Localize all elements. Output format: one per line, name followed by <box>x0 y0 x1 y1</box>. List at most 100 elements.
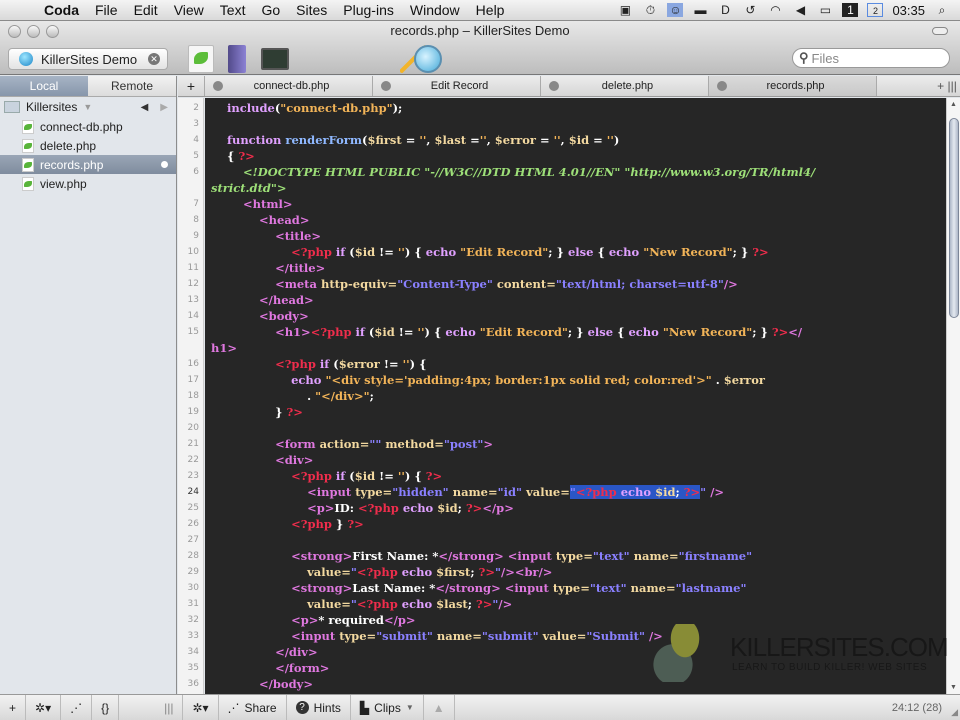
code-line[interactable]: <p>* required</p> <box>211 612 415 628</box>
spotlight-search-icon[interactable]: ⌕ <box>934 3 950 17</box>
code-line[interactable]: <strong>First Name: *</strong> <input ty… <box>211 548 752 564</box>
file-item-connect-db[interactable]: connect-db.php <box>0 117 176 136</box>
sidebar-share-button[interactable]: ⋰ <box>61 695 93 720</box>
code-line[interactable]: <h1><?php if ($id != '') { echo "Edit Re… <box>211 324 802 340</box>
warnings-button[interactable]: ▲ <box>424 695 455 720</box>
forward-arrow-icon[interactable]: ▶ <box>160 102 168 113</box>
chevron-down-icon[interactable]: ▼ <box>83 102 92 112</box>
code-line[interactable]: <strong>Last Name: *</strong> <input typ… <box>211 580 746 596</box>
code-line[interactable]: <?php if ($id != '') { ?> <box>211 468 442 484</box>
volume-icon[interactable]: ◀ <box>792 3 808 17</box>
menu-sites[interactable]: Sites <box>288 0 335 21</box>
scroll-up-arrow-icon[interactable]: ▲ <box>950 101 957 108</box>
sidebar-gear-menu-button[interactable]: ✲▾ <box>26 695 62 720</box>
vertical-scrollbar[interactable]: ▲ ▼ <box>946 98 960 694</box>
code-line[interactable]: } ?> <box>211 404 303 420</box>
code-line[interactable]: h1> <box>211 340 237 356</box>
wifi-icon[interactable]: ◠ <box>767 3 783 17</box>
code-line[interactable]: { ?> <box>211 148 255 164</box>
battery-icon[interactable]: ▭ <box>817 3 833 17</box>
code-line[interactable]: <body> <box>211 308 309 324</box>
menu-plugins[interactable]: Plug-ins <box>335 0 402 21</box>
files-search-input[interactable]: ⚲ Files <box>792 48 950 68</box>
menu-app-coda[interactable]: Coda <box>36 0 87 21</box>
menu-file[interactable]: File <box>87 0 126 21</box>
menu-edit[interactable]: Edit <box>126 0 166 21</box>
tab-remote[interactable]: Remote <box>88 76 176 96</box>
code-line[interactable]: <p>ID: <?php echo $id; ?></p> <box>211 500 514 516</box>
scroll-down-arrow-icon[interactable]: ▼ <box>950 684 957 691</box>
edit-mode-leaf-icon[interactable] <box>188 45 214 73</box>
tab-records[interactable]: records.php <box>709 76 877 96</box>
code-line[interactable]: </form> <box>211 660 329 676</box>
code-line[interactable]: <form action="" method="post"> <box>211 436 493 452</box>
code-line[interactable]: function renderForm($first = '', $last =… <box>211 132 619 148</box>
add-file-button[interactable]: + <box>0 695 27 720</box>
scrollbar-thumb[interactable] <box>949 118 959 318</box>
resize-grip-icon[interactable]: ◢ <box>951 707 958 718</box>
code-line[interactable]: </body> <box>211 676 313 692</box>
code-line[interactable]: <input type="submit" name="submit" value… <box>211 628 663 644</box>
code-line[interactable]: <?php } ?> <box>211 516 364 532</box>
calendar-icon[interactable]: 2 <box>867 3 884 17</box>
find-magnifier-icon[interactable] <box>414 45 442 73</box>
site-tab[interactable]: KillerSites Demo ✕ <box>8 48 168 70</box>
dropbox-icon[interactable]: D <box>717 3 733 17</box>
books-icon[interactable] <box>228 45 246 73</box>
menu-text[interactable]: Text <box>212 0 254 21</box>
code-line[interactable]: <html> <box>211 196 292 212</box>
time-machine-icon[interactable]: ↺ <box>742 3 758 17</box>
tab-connect-db[interactable]: connect-db.php <box>205 76 373 96</box>
folder-header[interactable]: Killersites ▼ ◀ ▶ <box>0 97 176 117</box>
hints-button[interactable]: ? Hints <box>287 695 351 720</box>
video-camera-icon[interactable]: ▣ <box>617 3 633 17</box>
menu-go[interactable]: Go <box>253 0 288 21</box>
spaces-icon[interactable]: 1 <box>842 3 859 17</box>
code-line[interactable]: value="<?php echo $first; ?>"/><br/> <box>211 564 552 580</box>
code-line[interactable]: </title> <box>211 260 325 276</box>
code-line[interactable]: <!DOCTYPE HTML PUBLIC "-//W3C//DTD HTML … <box>211 164 815 180</box>
timer-icon[interactable]: ⏱ <box>642 3 658 17</box>
finder-icon[interactable]: ☺ <box>667 3 684 17</box>
code-line[interactable]: . "</div>"; <box>211 388 374 404</box>
code-line[interactable]: value="<?php echo $last; ?>"/> <box>211 596 512 612</box>
close-tab-icon[interactable] <box>549 81 559 91</box>
terminal-icon[interactable] <box>261 48 289 70</box>
menu-view[interactable]: View <box>166 0 212 21</box>
code-line[interactable]: <?php if ($error != '') { <box>211 356 426 372</box>
close-tab-icon[interactable] <box>213 81 223 91</box>
back-arrow-icon[interactable]: ◀ <box>141 102 149 113</box>
code-line[interactable]: include("connect-db.php"); <box>211 100 402 116</box>
code-line[interactable]: <div> <box>211 452 313 468</box>
clock[interactable]: 03:35 <box>892 3 925 18</box>
code-line[interactable]: </head> <box>211 292 314 308</box>
code-line[interactable]: <title> <box>211 228 321 244</box>
close-tab-icon[interactable] <box>381 81 391 91</box>
close-site-icon[interactable]: ✕ <box>148 53 160 65</box>
editor-gear-menu-button[interactable]: ✲▾ <box>183 695 219 720</box>
toolbar-toggle-button[interactable] <box>932 27 948 35</box>
menu-help[interactable]: Help <box>468 0 513 21</box>
close-tab-icon[interactable] <box>717 81 727 91</box>
speech-bubble-icon[interactable]: ▬ <box>692 3 708 17</box>
code-line[interactable]: echo "<div style='padding:4px; border:1p… <box>211 372 765 388</box>
tab-delete[interactable]: delete.php <box>541 76 709 96</box>
menu-window[interactable]: Window <box>402 0 468 21</box>
code-editor[interactable]: include("connect-db.php"); function rend… <box>205 98 946 694</box>
braces-button[interactable]: {} <box>92 695 120 720</box>
file-item-records[interactable]: records.php <box>0 155 176 174</box>
code-line[interactable]: <input type="hidden" name="id" value="<?… <box>211 484 724 500</box>
new-tab-button[interactable]: + <box>178 76 205 96</box>
split-view-button[interactable]: + ||| <box>934 76 960 96</box>
file-item-delete[interactable]: delete.php <box>0 136 176 155</box>
code-line[interactable]: strict.dtd"> <box>211 180 287 196</box>
code-line[interactable]: <?php if ($id != '') { echo "Edit Record… <box>211 244 769 260</box>
code-line[interactable]: <head> <box>211 212 309 228</box>
splitter-handle[interactable]: ||| <box>155 695 184 720</box>
code-line[interactable]: </div> <box>211 644 318 660</box>
share-button[interactable]: ⋰ Share <box>219 695 287 720</box>
file-item-view[interactable]: view.php <box>0 174 176 193</box>
clips-button[interactable]: ▙ Clips ▼ <box>351 695 424 720</box>
tab-edit-record[interactable]: Edit Record <box>373 76 541 96</box>
code-line[interactable]: <meta http-equiv="Content-Type" content=… <box>211 276 738 292</box>
